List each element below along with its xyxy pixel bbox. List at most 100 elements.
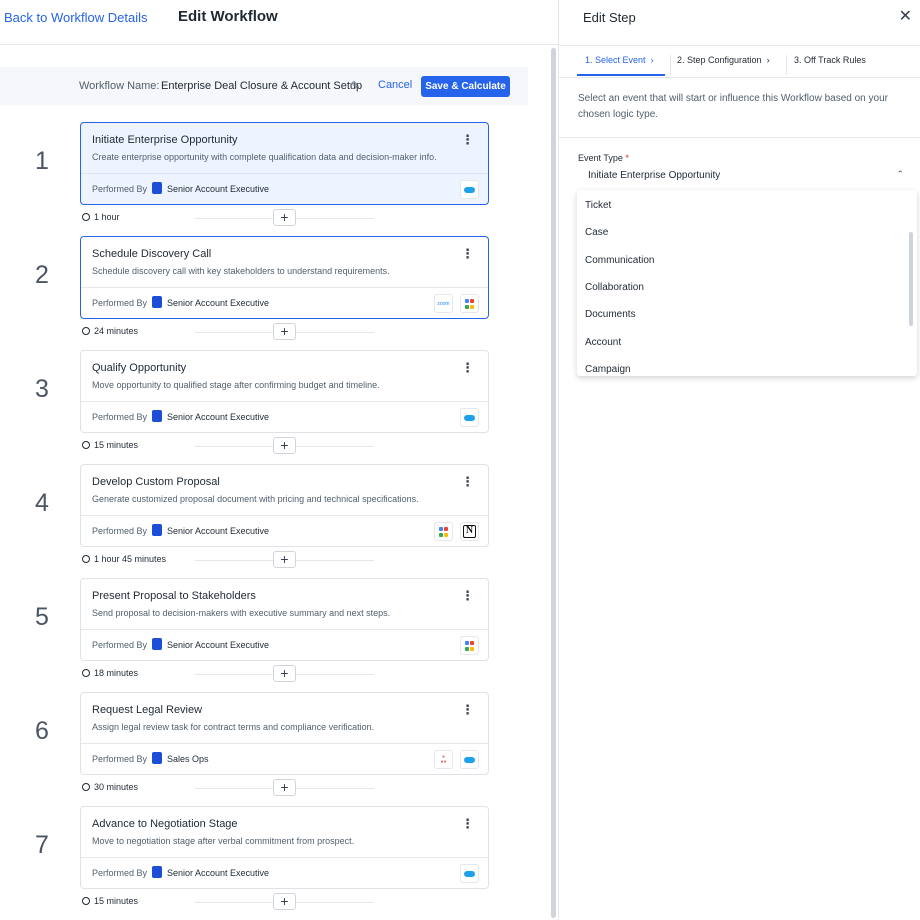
- canvas-scrollbar-thumb[interactable]: [551, 48, 556, 918]
- add-step-button[interactable]: +: [273, 209, 296, 226]
- panel-help-text: Select an event that will start or influ…: [578, 93, 888, 120]
- dropdown-option[interactable]: Ticket: [585, 200, 611, 211]
- role-icon: [152, 524, 162, 536]
- step-card[interactable]: Request Legal Review Assign legal review …: [80, 692, 489, 775]
- step-description: Move opportunity to qualified stage afte…: [92, 380, 380, 390]
- add-step-button[interactable]: +: [273, 551, 296, 568]
- step-title: Schedule Discovery Call: [92, 248, 212, 260]
- kebab-menu-icon[interactable]: ⋮: [461, 702, 474, 718]
- event-type-label: Event Type *: [578, 153, 629, 163]
- performer-role: Senior Account Executive: [167, 526, 270, 536]
- step-connector: 1 hour 45 minutes +: [80, 551, 489, 571]
- card-divider: [81, 629, 488, 630]
- gsuite-icon: [434, 522, 453, 541]
- workflow-name-value: Enterprise Deal Closure & Account Setup: [161, 80, 363, 92]
- step-card[interactable]: Initiate Enterprise Opportunity Create en…: [80, 122, 489, 205]
- asana-icon: [434, 750, 453, 769]
- event-type-select[interactable]: Initiate Enterprise Opportunity ⌃: [578, 165, 916, 189]
- step-card[interactable]: Present Proposal to Stakeholders Send pro…: [80, 578, 489, 661]
- gsuite-tile: [465, 304, 469, 309]
- step-number: 1: [35, 147, 49, 175]
- dropdown-option[interactable]: Documents: [585, 309, 636, 320]
- step-duration: 24 minutes: [82, 326, 138, 336]
- kebab-menu-icon[interactable]: ⋮: [461, 816, 474, 832]
- step-card[interactable]: Advance to Negotiation Stage Move to nego…: [80, 806, 489, 889]
- dropdown-option[interactable]: Campaign: [585, 364, 631, 375]
- step-number: 4: [35, 489, 49, 517]
- save-calculate-button[interactable]: Save & Calculate: [421, 76, 510, 97]
- step-description: Create enterprise opportunity with compl…: [92, 152, 437, 162]
- performer-role: Senior Account Executive: [167, 868, 270, 878]
- close-icon[interactable]: ✕: [899, 6, 912, 26]
- gsuite-tile: [439, 526, 443, 531]
- step-duration: 1 hour: [82, 212, 120, 222]
- duration-text: 1 hour 45 minutes: [94, 554, 167, 564]
- step-card[interactable]: Schedule Discovery Call Schedule discover…: [80, 236, 489, 319]
- step-title: Qualify Opportunity: [92, 362, 187, 374]
- step-title: Initiate Enterprise Opportunity: [92, 134, 238, 146]
- gsuite-tile: [465, 298, 469, 303]
- dropdown-option[interactable]: Case: [585, 227, 608, 238]
- performed-by-label: Performed By: [92, 868, 148, 878]
- add-step-button[interactable]: +: [273, 437, 296, 454]
- duration-text: 15 minutes: [94, 440, 139, 450]
- dropdown-option[interactable]: Collaboration: [585, 282, 644, 293]
- tab-select-event[interactable]: 1. Select Event ›: [585, 55, 654, 65]
- required-marker: *: [625, 153, 629, 163]
- role-icon: [152, 752, 162, 764]
- dropdown-option[interactable]: Communication: [585, 255, 654, 266]
- timer-icon: [82, 783, 90, 791]
- step-duration: 1 hour 45 minutes: [82, 554, 166, 564]
- tab-separator: [786, 55, 787, 75]
- step-title: Advance to Negotiation Stage: [92, 818, 238, 830]
- tab-off-track-rules[interactable]: 3. Off Track Rules: [794, 55, 866, 65]
- tab-label: 2. Step Configuration: [677, 55, 762, 65]
- gsuite-tile: [470, 298, 474, 303]
- notion-icon: [460, 522, 479, 541]
- step-duration: 15 minutes: [82, 440, 138, 450]
- gsuite-tile: [470, 640, 474, 645]
- step-description: Assign legal review task for contract te…: [92, 722, 375, 732]
- add-step-button[interactable]: +: [273, 665, 296, 682]
- duration-text: 18 minutes: [94, 668, 139, 678]
- add-step-button[interactable]: +: [273, 323, 296, 340]
- step-card[interactable]: Develop Custom Proposal Generate customiz…: [80, 464, 489, 547]
- gsuite-tile: [444, 532, 448, 537]
- chevron-right-icon: ›: [766, 55, 770, 65]
- dropdown-option[interactable]: Account: [585, 337, 621, 348]
- kebab-menu-icon[interactable]: ⋮: [461, 360, 474, 376]
- panel-title: Edit Step: [583, 10, 636, 25]
- gsuite-tile: [439, 532, 443, 537]
- step-connector: 18 minutes +: [80, 665, 489, 685]
- tab-label: 3. Off Track Rules: [794, 55, 866, 65]
- add-step-button[interactable]: +: [273, 779, 296, 796]
- step-connector: 15 minutes +: [80, 893, 489, 913]
- event-type-dropdown: Ticket Case Communication Collaboration Docu…: [577, 190, 917, 376]
- performed-by-label: Performed By: [92, 412, 148, 422]
- step-card[interactable]: Qualify Opportunity Move opportunity to q…: [80, 350, 489, 433]
- back-to-workflow-details-link[interactable]: Back to Workflow Details: [4, 10, 148, 25]
- chevron-up-icon: ⌃: [896, 169, 904, 179]
- workflow-name-label: Workflow Name:: [79, 80, 160, 92]
- role-icon: [152, 296, 162, 308]
- kebab-menu-icon[interactable]: ⋮: [461, 132, 474, 148]
- kebab-menu-icon[interactable]: ⋮: [461, 246, 474, 262]
- step-description: Generate customized proposal document wi…: [92, 494, 419, 504]
- add-step-button[interactable]: +: [273, 893, 296, 910]
- role-icon: [152, 182, 162, 194]
- performed-by-label: Performed By: [92, 754, 148, 764]
- duration-text: 24 minutes: [94, 326, 139, 336]
- card-divider: [81, 857, 488, 858]
- timer-icon: [82, 669, 90, 677]
- dropdown-scrollbar[interactable]: [909, 232, 913, 326]
- gsuite-tile: [465, 640, 469, 645]
- salesforce-icon: [460, 750, 479, 769]
- salesforce-icon: [460, 180, 479, 199]
- step-description: Schedule discovery call with key stakeho…: [92, 266, 390, 276]
- kebab-menu-icon[interactable]: ⋮: [461, 588, 474, 604]
- pencil-icon[interactable]: ✎: [351, 79, 360, 92]
- tab-step-configuration[interactable]: 2. Step Configuration ›: [677, 55, 770, 65]
- cancel-button[interactable]: Cancel: [378, 79, 412, 91]
- edit-step-panel: Edit Step ✕ 1. Select Event › 2. Step Co…: [558, 0, 920, 920]
- kebab-menu-icon[interactable]: ⋮: [461, 474, 474, 490]
